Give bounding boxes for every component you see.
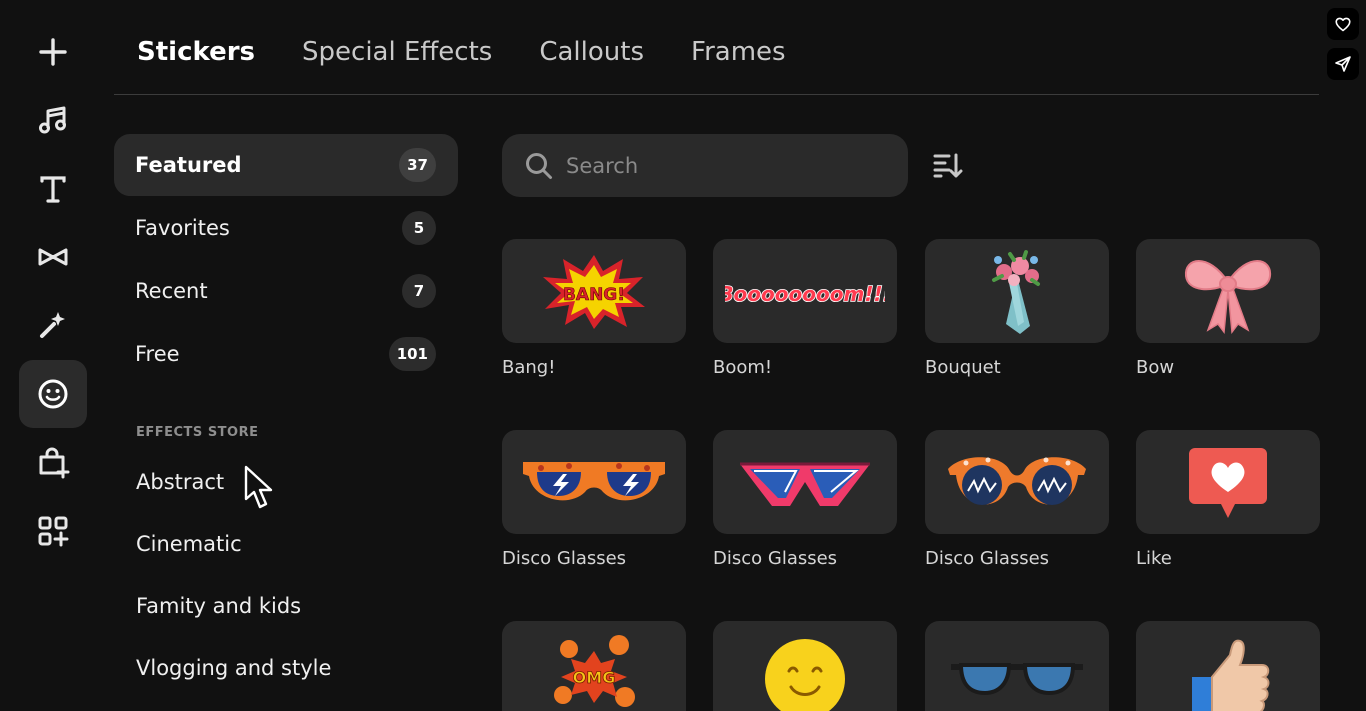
category-count-badge: 7 <box>402 274 436 308</box>
text-button[interactable] <box>19 155 87 223</box>
sticker-label: Disco Glasses <box>925 548 1050 569</box>
store-item-vlogging[interactable]: Vlogging and style <box>136 656 331 680</box>
sticker-sunglasses[interactable] <box>925 621 1109 711</box>
sticker-thumbnail <box>1136 621 1320 711</box>
sticker-bang[interactable]: BANG! Bang! <box>502 239 686 378</box>
sticker-thumbnail <box>1136 239 1320 343</box>
category-label: Featured <box>135 153 242 177</box>
svg-text:OMG: OMG <box>573 668 616 687</box>
search-icon <box>526 152 552 179</box>
heart-icon <box>1335 17 1351 32</box>
favorite-button[interactable] <box>1327 8 1359 40</box>
disco-glasses-art <box>523 462 665 501</box>
category-free[interactable]: Free 101 <box>114 323 458 385</box>
like-sticker-art <box>1189 448 1267 518</box>
sticker-label: Bouquet <box>925 357 1001 378</box>
sticker-boom[interactable]: Boooooooom!!! Boom! <box>713 239 897 378</box>
tab-stickers[interactable]: Stickers <box>137 37 255 67</box>
music-icon <box>39 106 66 134</box>
sticker-thumbnail <box>713 430 897 534</box>
text-icon <box>40 176 66 203</box>
tab-callouts[interactable]: Callouts <box>539 37 644 67</box>
effects-store-heading: EFFECTS STORE <box>136 425 259 440</box>
sticker-disco-glasses-1[interactable]: Disco Glasses <box>502 430 686 569</box>
store-item-family-kids[interactable]: Famity and kids <box>136 594 301 618</box>
search-box[interactable] <box>502 134 908 197</box>
category-count-badge: 5 <box>402 211 436 245</box>
sticker-label: Bang! <box>502 357 556 378</box>
left-tool-rail <box>0 0 106 711</box>
disco-glasses-art <box>740 462 870 506</box>
add-icon <box>39 38 67 66</box>
sticker-disco-glasses-3[interactable]: Disco Glasses <box>925 430 1109 569</box>
sticker-thumbnail <box>925 621 1109 711</box>
store-item-cinematic[interactable]: Cinematic <box>136 532 242 556</box>
sticker-like[interactable]: Like <box>1136 430 1320 569</box>
effects-button[interactable] <box>19 291 87 359</box>
sticker-thumbnail: Boooooooom!!! <box>713 239 897 343</box>
thumbs-up-sticker-art <box>1192 639 1270 711</box>
disco-glasses-art <box>948 457 1086 505</box>
svg-text:Boooooooom!!!: Boooooooom!!! <box>725 282 885 306</box>
tab-special-effects[interactable]: Special Effects <box>302 37 492 67</box>
add-media-button[interactable] <box>19 18 87 86</box>
store-button[interactable] <box>19 428 87 496</box>
transitions-icon <box>38 248 68 266</box>
store-icon <box>39 447 70 479</box>
tab-frames[interactable]: Frames <box>691 37 786 67</box>
bow-sticker-art <box>1184 260 1272 335</box>
sticker-thumbnail <box>713 621 897 711</box>
category-count-badge: 101 <box>388 337 436 371</box>
bouquet-sticker-art <box>992 250 1040 334</box>
category-label: Free <box>135 342 180 366</box>
sticker-thumbnail <box>502 430 686 534</box>
add-widget-button[interactable] <box>19 497 87 565</box>
category-label: Recent <box>135 279 208 303</box>
store-item-abstract[interactable]: Abstract <box>136 470 224 494</box>
category-featured[interactable]: Featured 37 <box>114 134 458 196</box>
tabs-divider <box>114 94 1319 95</box>
sort-button[interactable] <box>928 146 966 184</box>
sticker-label: Boom! <box>713 357 773 378</box>
magic-wand-icon <box>40 312 65 338</box>
smiley-sticker-art <box>765 639 845 711</box>
sticker-thumbnail <box>1136 430 1320 534</box>
bang-sticker-art: BANG! <box>543 255 645 329</box>
sticker-omg[interactable]: OMG <box>502 621 686 711</box>
sticker-bouquet[interactable]: Bouquet <box>925 239 1109 378</box>
search-input[interactable] <box>566 153 866 178</box>
omg-sticker-art: OMG <box>554 635 635 707</box>
sticker-bow[interactable]: Bow <box>1136 239 1320 378</box>
sunglasses-sticker-art <box>951 663 1083 696</box>
category-favorites[interactable]: Favorites 5 <box>114 197 458 259</box>
sticker-thumbnail: OMG <box>502 621 686 711</box>
sticker-label: Bow <box>1136 357 1175 378</box>
sticker-thumbs-up[interactable] <box>1136 621 1320 711</box>
add-widget-icon <box>38 516 69 547</box>
category-label: Favorites <box>135 216 230 240</box>
stickers-icon <box>38 379 68 409</box>
sticker-thumbnail <box>925 239 1109 343</box>
mouse-cursor-icon <box>244 465 273 509</box>
sort-descending-icon <box>933 153 963 178</box>
boom-sticker-art: Boooooooom!!! <box>725 281 885 307</box>
sticker-disco-glasses-2[interactable]: Disco Glasses <box>713 430 897 569</box>
share-button[interactable] <box>1327 48 1359 80</box>
sticker-thumbnail: BANG! <box>502 239 686 343</box>
stickers-button[interactable] <box>19 360 87 428</box>
svg-text:BANG!: BANG! <box>563 285 625 305</box>
transitions-button[interactable] <box>19 223 87 291</box>
category-count-badge: 37 <box>399 148 436 182</box>
sticker-thumbnail <box>925 430 1109 534</box>
sticker-label: Disco Glasses <box>713 548 838 569</box>
send-icon <box>1335 56 1351 72</box>
sticker-label: Disco Glasses <box>502 548 627 569</box>
top-tabs: Stickers Special Effects Callouts Frames <box>137 30 833 74</box>
sticker-label: Like <box>1136 548 1172 569</box>
music-button[interactable] <box>19 86 87 154</box>
category-recent[interactable]: Recent 7 <box>114 260 458 322</box>
sticker-smiley[interactable] <box>713 621 897 711</box>
